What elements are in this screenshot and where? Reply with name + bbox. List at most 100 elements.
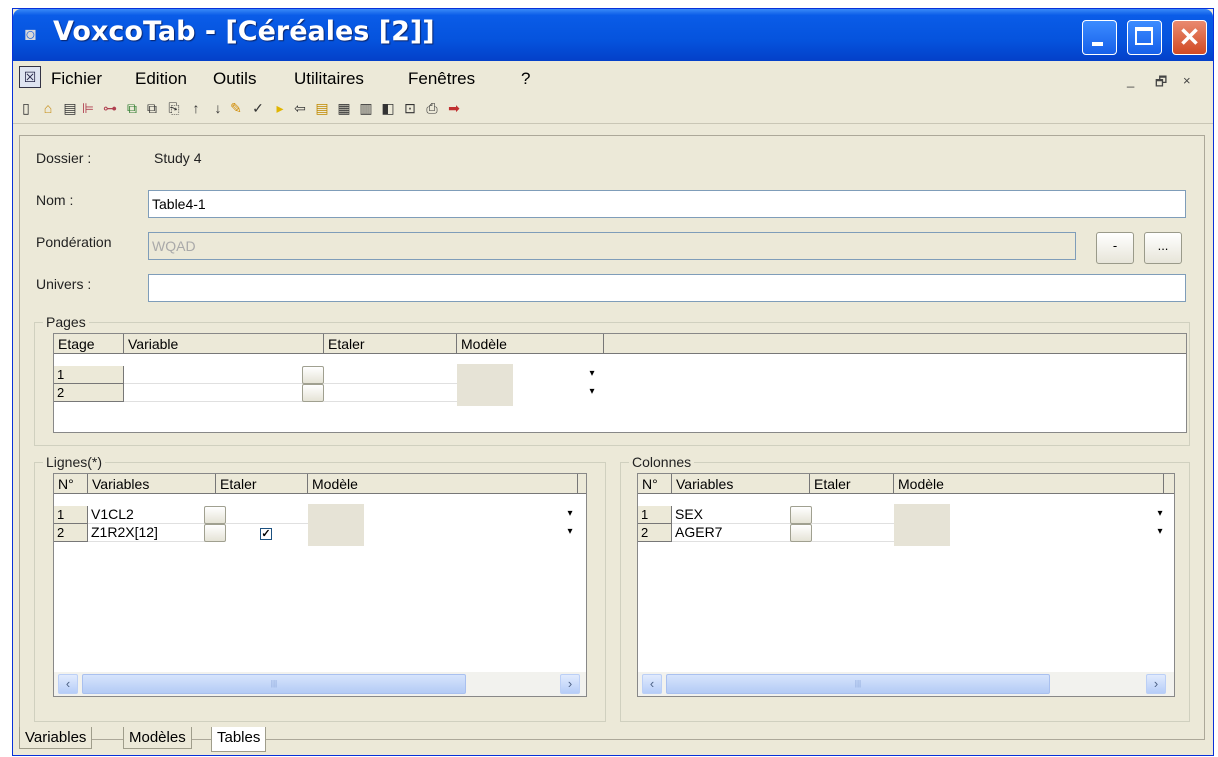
copy-add-icon[interactable]: ⧉ [123,99,141,117]
dropdown-arrow-icon[interactable]: ▾ [564,506,576,524]
etaler-checkbox[interactable]: ✓ [260,528,272,540]
insert-col-icon[interactable]: ⊶ [101,99,119,117]
ligne-variable-cell[interactable]: Z1R2X[12] [88,524,206,542]
variable-pick-button[interactable] [790,524,812,542]
table-icon[interactable]: ▦ [335,99,353,117]
dropdown-arrow-icon[interactable]: ▾ [586,384,598,402]
scroll-right-icon[interactable]: › [560,674,580,694]
col-header-num[interactable]: N° [54,474,88,494]
dropdown-arrow-icon[interactable]: ▾ [564,524,576,542]
print-icon[interactable]: ⎙ [423,99,441,117]
row-header[interactable]: 2 [54,524,88,542]
etaler-cell[interactable] [812,506,894,524]
scroll-thumb[interactable]: ||| [666,674,1050,694]
back-icon[interactable]: ⇦ [291,99,309,117]
colonne-variable-cell[interactable]: AGER7 [672,524,792,542]
export-icon[interactable]: ➡ [445,99,463,117]
save-icon[interactable]: ▤ [61,99,79,117]
nom-input[interactable]: Table4-1 [148,190,1186,218]
row-header[interactable]: 1 [638,506,672,524]
colonne-variable-cell[interactable]: SEX [672,506,792,524]
mdi-minimize-button[interactable]: _ [1127,73,1134,88]
dossier-value: Study 4 [154,150,202,166]
arrow-up-icon[interactable]: ↑ [187,99,205,117]
mdi-close-button[interactable]: × [1183,73,1191,88]
etaler-cell[interactable] [226,506,308,524]
ponderation-clear-button[interactable]: - [1096,232,1134,264]
dropdown-arrow-icon[interactable]: ▾ [586,366,598,384]
variable-pick-button[interactable] [204,524,226,542]
preview-icon[interactable]: ⊡ [401,99,419,117]
maximize-button[interactable] [1127,20,1162,55]
ponderation-input[interactable]: WQAD [148,232,1076,260]
etaler-cell[interactable] [324,384,457,402]
horizontal-scrollbar[interactable]: ‹ ||| › [54,672,586,696]
copy-icon[interactable]: ⧉ [143,99,161,117]
scroll-right-icon[interactable]: › [1146,674,1166,694]
page-variable-cell[interactable] [124,384,304,402]
doc-icon[interactable]: ▤ [313,99,331,117]
col-header-etaler[interactable]: Etaler [216,474,308,494]
grid-icon[interactable]: ◧ [379,99,397,117]
univers-input[interactable] [148,274,1186,302]
row-header[interactable]: 2 [54,384,124,402]
modele-cell[interactable] [894,525,950,546]
horizontal-scrollbar[interactable]: ‹ ||| › [638,672,1174,696]
modele-cell[interactable] [457,385,513,406]
row-header[interactable]: 1 [54,366,124,384]
page-variable-cell[interactable] [124,366,304,384]
dropdown-arrow-icon[interactable]: ▾ [1154,524,1166,542]
col-header-variable[interactable]: Variable [124,334,324,354]
title-bar[interactable]: ◙ VoxcoTab - [Céréales [2]] ✕ [13,9,1213,61]
scroll-thumb[interactable]: ||| [82,674,466,694]
variable-pick-button[interactable] [790,506,812,524]
ligne-variable-cell[interactable]: V1CL2 [88,506,206,524]
modele-cell[interactable] [308,504,364,525]
etaler-cell[interactable] [324,366,457,384]
col-header-modele[interactable]: Modèle [894,474,1164,494]
menu-help[interactable]: ? [521,69,530,89]
menu-edition[interactable]: Edition [135,69,187,89]
variable-pick-button[interactable] [302,366,324,384]
tab-variables[interactable]: Variables [19,727,93,749]
menu-fichier[interactable]: Fichier [51,69,102,89]
document-system-icon[interactable]: ☒ [19,66,41,88]
insert-row-icon[interactable]: ⊫ [79,99,97,117]
modele-cell[interactable] [457,364,513,385]
col-header-num[interactable]: N° [638,474,672,494]
minimize-button[interactable] [1082,20,1117,55]
new-icon[interactable]: ▯ [17,99,35,117]
scroll-left-icon[interactable]: ‹ [642,674,662,694]
modele-cell[interactable] [308,525,364,546]
variable-pick-button[interactable] [204,506,226,524]
col-header-variables[interactable]: Variables [672,474,810,494]
tab-tables[interactable]: Tables [211,727,267,752]
row-header[interactable]: 1 [54,506,88,524]
arrow-down-icon[interactable]: ↓ [209,99,227,117]
check-icon[interactable]: ✓ [249,99,267,117]
modele-cell[interactable] [894,504,950,525]
scroll-left-icon[interactable]: ‹ [58,674,78,694]
wand-icon[interactable]: ✎ [227,99,245,117]
menu-outils[interactable]: Outils [213,69,256,89]
variable-pick-button[interactable] [302,384,324,402]
open-icon[interactable]: ⌂ [39,99,57,117]
col-header-etaler[interactable]: Etaler [324,334,457,354]
col-header-modele[interactable]: Modèle [308,474,578,494]
mdi-restore-button[interactable]: 🗗 [1155,73,1167,95]
col-header-etage[interactable]: Etage [54,334,124,354]
list-icon[interactable]: ▥ [357,99,375,117]
tab-modeles[interactable]: Modèles [123,727,192,749]
close-button[interactable]: ✕ [1172,20,1207,55]
col-header-etaler[interactable]: Etaler [810,474,894,494]
menu-fenetres[interactable]: Fenêtres [408,69,475,89]
etaler-cell[interactable] [812,524,894,542]
paste-icon[interactable]: ⎘ [165,99,183,117]
col-header-modele[interactable]: Modèle [457,334,604,354]
ponderation-browse-button[interactable]: ... [1144,232,1182,264]
run-icon[interactable]: ▸ [271,99,289,117]
menu-utilitaires[interactable]: Utilitaires [294,69,364,89]
dropdown-arrow-icon[interactable]: ▾ [1154,506,1166,524]
col-header-variables[interactable]: Variables [88,474,216,494]
row-header[interactable]: 2 [638,524,672,542]
